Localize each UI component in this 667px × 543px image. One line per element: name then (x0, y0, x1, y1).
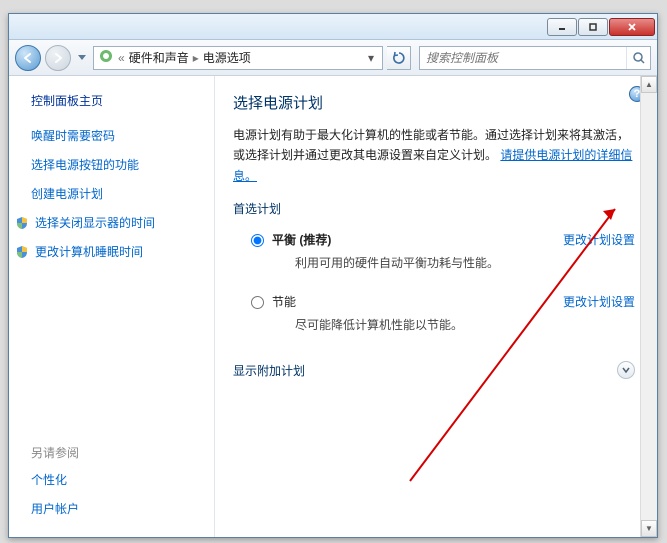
scrollbar[interactable]: ▲ ▼ (640, 76, 657, 537)
show-additional-row: 显示附加计划 (233, 355, 635, 385)
sidebar-link-power-button[interactable]: 选择电源按钮的功能 (31, 156, 202, 173)
plan-saver-radio[interactable] (251, 296, 264, 309)
sidebar-home-link[interactable]: 控制面板主页 (31, 92, 202, 109)
recent-dropdown[interactable] (75, 49, 89, 67)
sidebar-link-accounts[interactable]: 用户帐户 (31, 500, 202, 517)
sidebar-links: 唤醒时需要密码 选择电源按钮的功能 创建电源计划 选择关闭显示器的时间 更改计算… (31, 127, 202, 260)
sidebar-row-sleep: 更改计算机睡眠时间 (15, 243, 202, 260)
scroll-track[interactable] (641, 93, 657, 520)
navbar: « 硬件和声音 ▸ 电源选项 ▾ (9, 40, 657, 76)
refresh-button[interactable] (387, 46, 411, 70)
plan-balanced-name: 平衡 (推荐) (272, 231, 331, 248)
page-description: 电源计划有助于最大化计算机的性能或者节能。通过选择计划来将其激活，或选择计划并通… (233, 125, 635, 186)
plan-saver-option[interactable]: 节能 (251, 293, 296, 310)
breadcrumb-chevron-icon: ▸ (193, 51, 199, 65)
titlebar (9, 14, 657, 40)
change-plan-saver[interactable]: 更改计划设置 (563, 293, 635, 310)
search-button[interactable] (626, 47, 650, 69)
change-plan-balanced[interactable]: 更改计划设置 (563, 231, 635, 248)
forward-button[interactable] (45, 45, 71, 71)
see-also-label: 另请参阅 (31, 444, 202, 461)
body: 控制面板主页 唤醒时需要密码 选择电源按钮的功能 创建电源计划 选择关闭显示器的… (9, 76, 657, 537)
page-title: 选择电源计划 (233, 92, 635, 113)
plan-balanced-option[interactable]: 平衡 (推荐) (251, 231, 331, 248)
breadcrumb-seg1[interactable]: 硬件和声音 (129, 49, 189, 66)
address-dropdown[interactable]: ▾ (364, 51, 378, 65)
expand-button[interactable] (617, 361, 635, 379)
main-panel: ? 选择电源计划 电源计划有助于最大化计算机的性能或者节能。通过选择计划来将其激… (214, 76, 657, 537)
plan-balanced: 平衡 (推荐) 更改计划设置 利用可用的硬件自动平衡功耗与性能。 (233, 227, 635, 289)
plan-balanced-radio[interactable] (251, 234, 264, 247)
sidebar: 控制面板主页 唤醒时需要密码 选择电源按钮的功能 创建电源计划 选择关闭显示器的… (9, 76, 214, 537)
plan-saver: 节能 更改计划设置 尽可能降低计算机性能以节能。 (233, 289, 635, 351)
scroll-up-button[interactable]: ▲ (641, 76, 657, 93)
maximize-button[interactable] (578, 18, 608, 36)
back-button[interactable] (15, 45, 41, 71)
sidebar-link-display-off[interactable]: 选择关闭显示器的时间 (35, 214, 155, 231)
breadcrumb-separator-icon: « (118, 51, 125, 65)
plan-saver-name: 节能 (272, 293, 296, 310)
plan-saver-desc: 尽可能降低计算机性能以节能。 (295, 316, 635, 333)
plan-balanced-desc: 利用可用的硬件自动平衡功耗与性能。 (295, 254, 635, 271)
shield-icon (15, 216, 29, 230)
scroll-down-button[interactable]: ▼ (641, 520, 657, 537)
sidebar-link-create-plan[interactable]: 创建电源计划 (31, 185, 202, 202)
sidebar-bottom: 另请参阅 个性化 用户帐户 (31, 444, 202, 525)
sidebar-link-personalize[interactable]: 个性化 (31, 471, 202, 488)
preferred-label: 首选计划 (233, 200, 635, 217)
close-button[interactable] (609, 18, 655, 36)
breadcrumb-seg2[interactable]: 电源选项 (203, 49, 251, 66)
control-panel-icon (98, 48, 114, 67)
control-panel-window: « 硬件和声音 ▸ 电源选项 ▾ 控制面板主页 唤醒时需要密码 选择电源按钮的功… (8, 13, 658, 538)
minimize-button[interactable] (547, 18, 577, 36)
address-bar[interactable]: « 硬件和声音 ▸ 电源选项 ▾ (93, 46, 383, 70)
sidebar-row-display-off: 选择关闭显示器的时间 (15, 214, 202, 231)
shield-icon (15, 245, 29, 259)
search-box (419, 46, 651, 70)
sidebar-link-sleep-time[interactable]: 更改计算机睡眠时间 (35, 243, 143, 260)
search-input[interactable] (420, 51, 626, 65)
sidebar-link-wake-password[interactable]: 唤醒时需要密码 (31, 127, 202, 144)
show-additional-label: 显示附加计划 (233, 362, 305, 379)
